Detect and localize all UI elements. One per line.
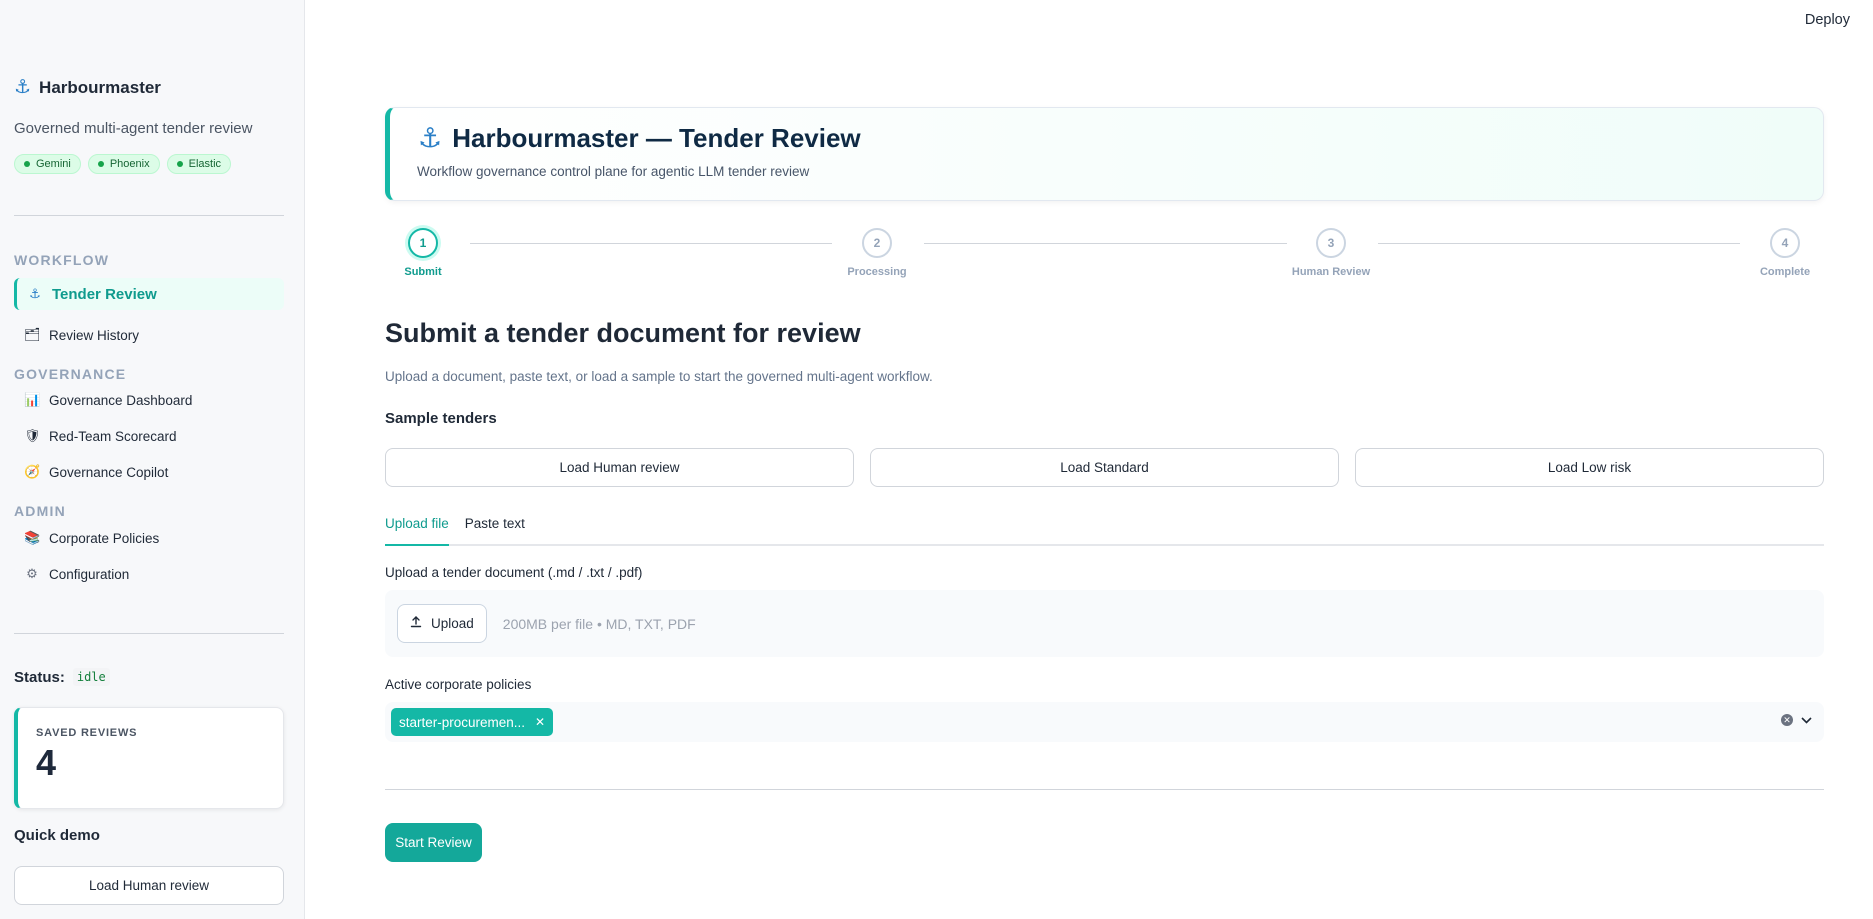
tab-upload-file[interactable]: Upload file: [385, 512, 449, 546]
file-dropzone[interactable]: Upload 200MB per file • MD, TXT, PDF: [385, 590, 1824, 657]
step-submit: 1 Submit: [363, 228, 483, 278]
page-title: Submit a tender document for review: [385, 318, 861, 348]
step-number: 1: [408, 228, 438, 258]
chip-elastic: Elastic: [166, 154, 232, 174]
sidebar-item-label: Red-Team Scorecard: [49, 428, 177, 444]
upload-icon: [410, 616, 422, 631]
compass-icon: 🧭: [24, 464, 41, 479]
sidebar-item-label: Configuration: [49, 566, 130, 582]
integration-chips: Gemini Phoenix Elastic: [14, 154, 284, 174]
chip-phoenix: Phoenix: [87, 154, 160, 174]
sidebar-item-governance-copilot[interactable]: 🧭 Governance Copilot: [14, 456, 284, 488]
upload-label: Upload a tender document (.md / .txt / .…: [385, 565, 643, 580]
upload-hint: 200MB per file • MD, TXT, PDF: [502, 615, 696, 632]
policies-label: Active corporate policies: [385, 677, 532, 692]
step-label: Submit: [404, 266, 442, 278]
status-dot-icon: [97, 161, 104, 167]
brand: ⚓ Harbourmaster: [14, 76, 284, 99]
bar-chart-icon: 📊: [24, 392, 41, 407]
load-low-risk-button[interactable]: Load Low risk: [1355, 448, 1824, 487]
section-heading-workflow: WORKFLOW: [14, 252, 110, 268]
step-human-review: 3 Human Review: [1271, 228, 1391, 278]
tab-paste-text[interactable]: Paste text: [465, 512, 525, 546]
step-number: 4: [1770, 228, 1800, 258]
stepper-connector: [1378, 243, 1740, 244]
policy-tag: starter-procuremen... ✕: [391, 708, 554, 736]
step-label: Processing: [847, 266, 907, 278]
status-dot-icon: [24, 161, 30, 167]
clear-all-icon[interactable]: ✕: [1781, 714, 1793, 726]
chevron-down-icon[interactable]: [1801, 713, 1812, 727]
saved-reviews-label: SAVED REVIEWS: [36, 727, 138, 739]
stepper-connector: [924, 243, 1287, 244]
anchor-icon: ⚓: [418, 123, 443, 153]
input-tabs: Upload file Paste text: [385, 512, 1824, 546]
page-subtitle: Upload a document, paste text, or load a…: [385, 369, 933, 384]
select-controls: ✕: [1781, 713, 1812, 727]
tagline: Governed multi-agent tender review: [14, 120, 253, 137]
gear-icon: ⚙: [26, 566, 38, 581]
quick-demo-load-human-review-button[interactable]: Load Human review: [14, 866, 284, 905]
sidebar-item-label: Review History: [49, 327, 140, 343]
policy-tag-label: starter-procuremen...: [399, 714, 526, 730]
sidebar-item-red-team-scorecard[interactable]: 🛡 Red-Team Scorecard: [14, 420, 284, 452]
load-standard-button[interactable]: Load Standard: [870, 448, 1339, 487]
sample-tenders-heading: Sample tenders: [385, 410, 497, 427]
hero-banner: ⚓ Harbourmaster — Tender Review Workflow…: [385, 107, 1824, 201]
sidebar-item-tender-review[interactable]: ⚓ Tender Review: [14, 278, 284, 310]
upload-button-label: Upload: [431, 616, 474, 631]
workflow-stepper: 1 Submit 2 Processing 3 Human Review 4 C…: [385, 228, 1824, 288]
sidebar-item-label: Corporate Policies: [49, 530, 160, 546]
status-dot-icon: [176, 161, 183, 167]
sidebar-item-label: Governance Dashboard: [49, 392, 193, 408]
policies-multiselect[interactable]: starter-procuremen... ✕ ✕: [385, 702, 1824, 742]
section-heading-governance: GOVERNANCE: [14, 366, 127, 382]
anchor-icon: ⚓: [29, 286, 41, 301]
hero-title: ⚓ Harbourmaster — Tender Review: [418, 123, 861, 154]
step-number: 3: [1316, 228, 1346, 258]
main-divider: [385, 789, 1824, 790]
step-processing: 2 Processing: [817, 228, 937, 278]
step-label: Human Review: [1291, 266, 1371, 278]
status-label: Status:: [14, 668, 65, 686]
stepper-connector: [470, 243, 832, 244]
load-human-review-button[interactable]: Load Human review: [385, 448, 854, 487]
step-complete: 4 Complete: [1725, 228, 1845, 278]
step-label: Complete: [1759, 266, 1811, 278]
chip-gemini: Gemini: [14, 154, 81, 174]
hero-subtitle: Workflow governance control plane for ag…: [417, 164, 810, 179]
sidebar-item-label: Governance Copilot: [49, 464, 169, 480]
brand-name: Harbourmaster: [39, 77, 161, 97]
status-value: idle: [72, 668, 110, 686]
start-review-button[interactable]: Start Review: [385, 823, 482, 862]
sample-buttons: Load Human review Load Standard Load Low…: [385, 448, 1824, 487]
sidebar-item-review-history[interactable]: 🗂 Review History: [14, 319, 284, 351]
status-row: Status: idle: [14, 668, 284, 686]
quick-demo-heading: Quick demo: [14, 827, 100, 844]
sidebar-item-corporate-policies[interactable]: 📚 Corporate Policies: [14, 522, 284, 554]
shield-icon: 🛡: [24, 428, 41, 443]
sidebar-item-configuration[interactable]: ⚙ Configuration: [14, 558, 284, 590]
saved-reviews-card: SAVED REVIEWS 4: [14, 707, 284, 809]
remove-tag-icon[interactable]: ✕: [535, 715, 545, 729]
folder-icon: 🗂: [24, 327, 41, 342]
anchor-icon: ⚓: [14, 77, 32, 98]
books-icon: 📚: [24, 530, 41, 545]
upload-button[interactable]: Upload: [397, 604, 487, 643]
saved-reviews-count: 4: [36, 742, 57, 783]
step-number: 2: [862, 228, 892, 258]
hero-title-text: Harbourmaster — Tender Review: [452, 123, 861, 153]
sidebar-divider: [14, 215, 284, 216]
sidebar-item-label: Tender Review: [52, 285, 157, 303]
section-heading-admin: ADMIN: [14, 503, 66, 519]
sidebar-item-governance-dashboard[interactable]: 📊 Governance Dashboard: [14, 384, 284, 416]
sidebar-divider: [14, 633, 284, 634]
deploy-button[interactable]: Deploy: [1805, 12, 1850, 28]
sidebar: ⚓ Harbourmaster Governed multi-agent ten…: [0, 0, 305, 919]
